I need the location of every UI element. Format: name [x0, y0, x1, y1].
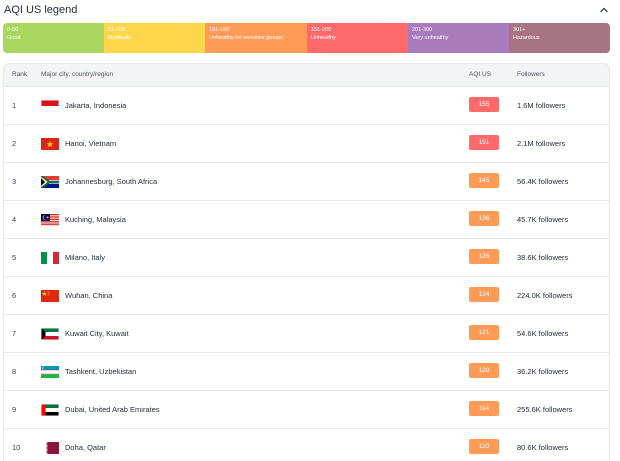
uzbekistan-flag-icon [41, 366, 59, 378]
china-flag-icon [41, 290, 59, 302]
kuwait-flag-icon [41, 328, 59, 340]
row-rank: 9 [12, 405, 17, 414]
header-rank: Rank [12, 71, 28, 78]
legend-label: Moderate [108, 35, 132, 41]
row-city[interactable]: Doha, Qatar [65, 443, 106, 452]
header-followers: Followers [517, 71, 545, 78]
aqi-legend-bar: 0-50 Good 51-100 Moderate 101-150 Unheal… [3, 23, 610, 53]
table-row[interactable]: 2 Hanoi, Vietnam 151 2.1M followers [4, 124, 609, 162]
qatar-flag-icon [41, 442, 59, 454]
table-row[interactable]: 6 Wuhan, China 124 224.0K followers [4, 276, 609, 314]
row-rank: 3 [12, 177, 17, 186]
row-rank: 2 [12, 139, 17, 148]
aqi-badge: 110 [469, 439, 499, 454]
chevron-up-icon[interactable] [598, 4, 610, 16]
row-rank: 8 [12, 367, 17, 376]
legend-segment-unhealthy: 151-200 Unhealthy [307, 23, 408, 53]
table-header: Rank Major city, country/region AQI US F… [4, 64, 609, 86]
row-rank: 4 [12, 215, 17, 224]
table-row[interactable]: 3 Johannesburg, South Africa 145 56.4K f… [4, 162, 609, 200]
aqi-badge: 136 [469, 211, 499, 226]
table-row[interactable]: 9 Dubai, United Arab Emirates 114 255.6K… [4, 390, 609, 428]
row-rank: 6 [12, 291, 17, 300]
row-followers: 2.1M followers [517, 139, 566, 148]
aqi-badge: 121 [469, 325, 499, 340]
row-followers: 54.6K followers [517, 329, 569, 338]
row-city[interactable]: Hanoi, Vietnam [65, 139, 116, 148]
row-followers: 45.7K followers [517, 215, 569, 224]
legend-segment-hazardous: 301+ Hazardous [509, 23, 610, 53]
row-rank: 5 [12, 253, 17, 262]
row-rank: 1 [12, 101, 17, 110]
row-followers: 36.2K followers [517, 367, 569, 376]
aqi-badge: 155 [469, 97, 499, 112]
row-followers: 56.4K followers [517, 177, 569, 186]
row-city[interactable]: Jakarta, Indonesia [65, 101, 126, 110]
row-city[interactable]: Kuwait City, Kuwait [65, 329, 129, 338]
aqi-badge: 124 [469, 287, 499, 302]
legend-segment-moderate: 51-100 Moderate [104, 23, 205, 53]
legend-segment-very-unhealthy: 201-300 Very unhealthy [408, 23, 509, 53]
row-city[interactable]: Johannesburg, South Africa [65, 177, 157, 186]
table-row[interactable]: 1 Jakarta, Indonesia 155 1.6M followers [4, 86, 609, 124]
legend-range: 201-300 [412, 27, 433, 33]
row-city[interactable]: Tashkent, Uzbekistan [65, 367, 136, 376]
legend-segment-good: 0-50 Good [3, 23, 104, 53]
legend-range: 0-50 [7, 27, 19, 33]
table-row[interactable]: 4 Kuching, Malaysia 136 45.7K followers [4, 200, 609, 238]
row-followers: 80.6K followers [517, 443, 569, 452]
vietnam-flag-icon [41, 138, 59, 150]
table-row[interactable]: 5 Milano, Italy 126 38.6K followers [4, 238, 609, 276]
legend-range: 51-100 [108, 27, 126, 33]
malaysia-flag-icon [41, 214, 59, 226]
legend-label: Unhealthy for sensitive groups [209, 35, 283, 41]
header-city: Major city, country/region [41, 71, 114, 78]
row-city[interactable]: Milano, Italy [65, 253, 105, 262]
legend-label: Unhealthy [311, 35, 336, 41]
legend-label: Good [7, 35, 21, 41]
legend-range: 101-150 [209, 27, 230, 33]
aqi-badge: 120 [469, 363, 499, 378]
aqi-badge: 151 [469, 135, 499, 150]
south-africa-flag-icon [41, 176, 59, 188]
indonesia-flag-icon [41, 100, 59, 112]
row-city[interactable]: Wuhan, China [65, 291, 112, 300]
table-row[interactable]: 7 Kuwait City, Kuwait 121 54.6K follower… [4, 314, 609, 352]
row-followers: 255.6K followers [517, 405, 573, 414]
legend-range: 301+ [513, 27, 526, 33]
table-row[interactable]: 10 Doha, Qatar 110 80.6K followers [4, 428, 609, 461]
row-followers: 1.6M followers [517, 101, 566, 110]
header-aqi: AQI US [469, 71, 492, 78]
legend-label: Hazardous [513, 35, 540, 41]
row-followers: 224.0K followers [517, 291, 573, 300]
row-rank: 10 [12, 443, 21, 452]
legend-title: AQI US legend [4, 4, 78, 16]
row-city[interactable]: Kuching, Malaysia [65, 215, 126, 224]
row-followers: 38.6K followers [517, 253, 569, 262]
legend-segment-sensitive: 101-150 Unhealthy for sensitive groups [205, 23, 307, 53]
aqi-badge: 126 [469, 249, 499, 264]
row-rank: 7 [12, 329, 17, 338]
legend-range: 151-200 [311, 27, 332, 33]
uae-flag-icon [41, 404, 59, 416]
italy-flag-icon [41, 252, 59, 264]
table-row[interactable]: 8 Tashkent, Uzbekistan 120 36.2K followe… [4, 352, 609, 390]
legend-label: Very unhealthy [412, 35, 449, 41]
legend-header[interactable]: AQI US legend [0, 0, 620, 22]
city-ranking-table: Rank Major city, country/region AQI US F… [3, 63, 610, 461]
aqi-badge: 114 [469, 401, 499, 416]
row-city[interactable]: Dubai, United Arab Emirates [65, 405, 160, 414]
aqi-badge: 145 [469, 173, 499, 188]
